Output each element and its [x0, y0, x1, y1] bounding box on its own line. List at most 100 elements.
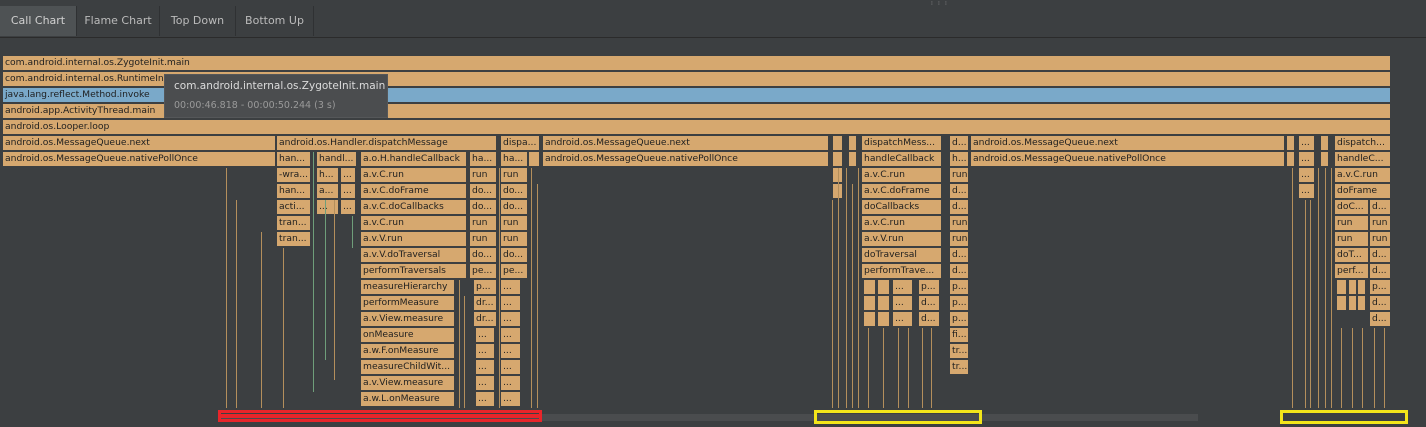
frame-bar[interactable]: p...: [950, 280, 969, 294]
frame-bar[interactable]: p...: [1370, 280, 1391, 294]
frame-bar[interactable]: ha...: [501, 152, 528, 166]
frame-bar[interactable]: run: [501, 168, 528, 182]
frame-bar[interactable]: ...: [501, 328, 521, 342]
frame-bar[interactable]: dr...: [474, 296, 497, 310]
frame-bar[interactable]: d...: [950, 184, 969, 198]
frame-bar[interactable]: performTraversals: [361, 264, 467, 278]
frame-bar[interactable]: ha...: [470, 152, 497, 166]
frame-bar[interactable]: a...: [317, 184, 339, 198]
frame-bar[interactable]: h...: [317, 168, 339, 182]
frame-bar[interactable]: [1349, 296, 1357, 310]
frame-bar[interactable]: [1287, 152, 1295, 166]
frame-bar[interactable]: tr...: [950, 344, 969, 358]
frame-bar[interactable]: do...: [501, 184, 528, 198]
frame-bar[interactable]: performMeasure: [361, 296, 455, 310]
frame-bar[interactable]: a.w.F.onMeasure: [361, 344, 455, 358]
frame-bar[interactable]: handl...: [317, 152, 357, 166]
frame-bar[interactable]: doT...: [1335, 248, 1369, 262]
frame-bar[interactable]: [878, 312, 890, 326]
frame-bar[interactable]: a.w.L.onMeasure: [361, 392, 455, 406]
frame-bar[interactable]: android.os.Handler.dispatchMessage: [277, 136, 497, 150]
frame-bar[interactable]: doFrame: [1335, 184, 1391, 198]
frame-bar[interactable]: ...: [341, 184, 356, 198]
frame-bar[interactable]: ...: [341, 200, 356, 214]
frame-bar[interactable]: [1337, 296, 1347, 310]
frame-bar[interactable]: do...: [470, 200, 497, 214]
frame-bar[interactable]: d...: [1370, 248, 1391, 262]
frame-bar[interactable]: ...: [893, 296, 913, 310]
frame-bar[interactable]: doCallbacks: [862, 200, 942, 214]
frame-bar[interactable]: [864, 280, 876, 294]
frame-bar[interactable]: dispa...: [501, 136, 540, 150]
frame-bar[interactable]: do...: [470, 184, 497, 198]
frame-bar[interactable]: android.os.Looper.loop: [3, 120, 1391, 134]
frame-bar[interactable]: [1337, 280, 1347, 294]
frame-bar[interactable]: [1358, 296, 1366, 310]
frame-bar[interactable]: tr...: [950, 360, 969, 374]
frame-bar[interactable]: p...: [950, 296, 969, 310]
frame-bar[interactable]: ...: [893, 312, 913, 326]
frame-bar[interactable]: d...: [950, 200, 969, 214]
frame-bar[interactable]: p...: [950, 312, 969, 326]
frame-bar[interactable]: run: [470, 168, 497, 182]
frame-bar[interactable]: d...: [1370, 200, 1391, 214]
frame-bar[interactable]: doTraversal: [862, 248, 942, 262]
frame-bar[interactable]: android.os.MessageQueue.nativePollOnce: [971, 152, 1285, 166]
frame-bar[interactable]: ...: [1299, 184, 1315, 198]
frame-bar[interactable]: [529, 152, 540, 166]
frame-bar[interactable]: run: [470, 232, 497, 246]
frame-bar[interactable]: run: [1335, 216, 1369, 230]
frame-bar[interactable]: do...: [470, 248, 497, 262]
frame-bar[interactable]: ...: [501, 344, 521, 358]
frame-bar[interactable]: ...: [476, 328, 495, 342]
frame-bar[interactable]: ...: [501, 296, 521, 310]
frame-bar[interactable]: ...: [893, 280, 913, 294]
frame-bar[interactable]: a.v.View.measure: [361, 312, 455, 326]
frame-bar[interactable]: [1321, 152, 1329, 166]
frame-bar[interactable]: ...: [1299, 136, 1315, 150]
frame-bar[interactable]: a.v.C.doFrame: [862, 184, 942, 198]
frame-bar[interactable]: [833, 152, 843, 166]
frame-bar[interactable]: performTrave...: [862, 264, 942, 278]
tab-bottom-up[interactable]: Bottom Up: [236, 6, 314, 36]
frame-bar[interactable]: a.v.C.run: [361, 216, 467, 230]
frame-bar[interactable]: a.v.V.doTraversal: [361, 248, 467, 262]
frame-bar[interactable]: d...: [1370, 296, 1391, 310]
frame-bar[interactable]: ...: [476, 344, 495, 358]
frame-bar[interactable]: run: [1370, 216, 1391, 230]
frame-bar[interactable]: [1287, 136, 1295, 150]
frame-bar[interactable]: a.v.V.run: [862, 232, 942, 246]
tab-call-chart[interactable]: Call Chart: [0, 6, 77, 36]
frame-bar[interactable]: onMeasure: [361, 328, 455, 342]
tab-top-down[interactable]: Top Down: [160, 6, 236, 36]
frame-bar[interactable]: [878, 296, 890, 310]
frame-bar[interactable]: d...: [950, 136, 969, 150]
frame-bar[interactable]: a.o.H.handleCallback: [361, 152, 467, 166]
frame-bar[interactable]: dispatch...: [1335, 136, 1391, 150]
frame-bar[interactable]: ...: [501, 392, 521, 406]
frame-bar[interactable]: fi...: [950, 328, 969, 342]
frame-bar[interactable]: dispatchMess...: [862, 136, 942, 150]
frame-bar[interactable]: [864, 312, 876, 326]
frame-bar[interactable]: d...: [1370, 312, 1391, 326]
frame-bar[interactable]: ...: [501, 376, 521, 390]
frame-bar[interactable]: run: [1370, 232, 1391, 246]
frame-bar[interactable]: han...: [277, 184, 311, 198]
frame-bar[interactable]: run: [501, 216, 528, 230]
frame-bar[interactable]: android.os.MessageQueue.nativePollOnce: [543, 152, 829, 166]
frame-bar[interactable]: d...: [919, 312, 940, 326]
frame-bar[interactable]: ...: [476, 392, 495, 406]
frame-bar[interactable]: a.v.C.run: [862, 168, 942, 182]
frame-bar[interactable]: [1349, 280, 1357, 294]
frame-bar[interactable]: ...: [317, 200, 339, 214]
frame-bar[interactable]: ...: [476, 360, 495, 374]
frame-bar[interactable]: run: [501, 232, 528, 246]
frame-bar[interactable]: pe...: [501, 264, 528, 278]
frame-bar[interactable]: com.android.internal.os.ZygoteInit.main: [3, 56, 1391, 70]
frame-bar[interactable]: ...: [501, 312, 521, 326]
frame-bar[interactable]: h...: [950, 152, 969, 166]
frame-bar[interactable]: acti...: [277, 200, 311, 214]
frame-bar[interactable]: d...: [950, 264, 969, 278]
frame-bar[interactable]: [864, 296, 876, 310]
frame-bar[interactable]: [833, 136, 843, 150]
